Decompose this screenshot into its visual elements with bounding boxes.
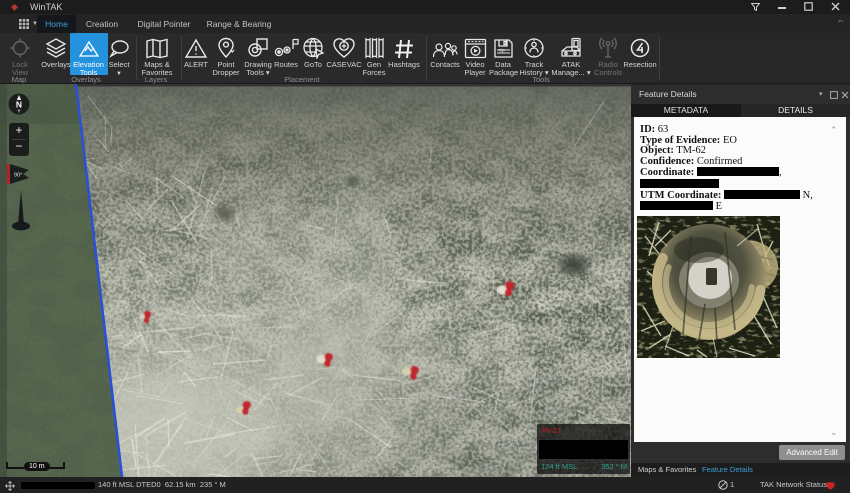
svg-text:N: N [16, 100, 22, 110]
svg-text:90°: 90° [14, 173, 22, 179]
svg-text:zip: zip [499, 47, 505, 52]
